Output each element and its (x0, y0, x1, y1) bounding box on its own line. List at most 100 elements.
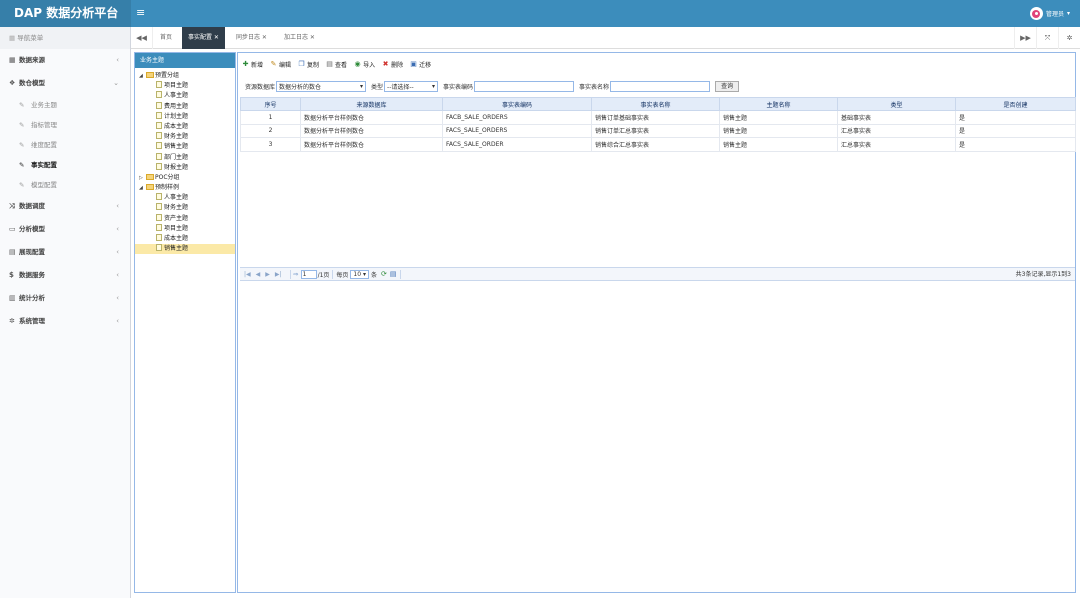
copy-icon: ❐ (298, 60, 305, 68)
tree-leaf[interactable]: 销售主题 (135, 142, 235, 152)
add-button[interactable]: ✚ 新增 (241, 60, 263, 69)
database-icon: ▦ (9, 56, 16, 64)
tab-scroll-left-button[interactable]: ◀◀ (131, 27, 153, 49)
fact-code-input[interactable] (474, 80, 575, 92)
tree-node-label: 销售主题 (164, 245, 189, 253)
tree-leaf[interactable]: 财报主题 (135, 162, 235, 173)
table-row[interactable]: 1 数据分析平台样例数仓 FACB_SALE_ORDERS 销售订单基础事实表 销售主题… (240, 110, 1076, 125)
refresh-icon[interactable]: ⟳ (381, 270, 387, 278)
sidebar-subitem-4[interactable]: ✎ 事实配置 (0, 155, 130, 175)
column-header[interactable]: 主题名称 (719, 97, 838, 111)
column-header[interactable]: 事实表编码 (442, 97, 592, 111)
tab-2[interactable]: 事实配置 ✕ (182, 27, 225, 49)
user-menu[interactable]: 管理员 ▾ (1029, 6, 1070, 21)
sidebar-item-label: 数据调度 (19, 202, 45, 210)
tree-leaf[interactable]: 财务主题 (135, 203, 235, 213)
import-button[interactable]: ◉ 导入 (353, 60, 376, 69)
sidebar-item-2[interactable]: ❖ 数仓模型 ⌄ (0, 72, 130, 95)
tree-folder[interactable]: ◢ 预置分组 (135, 71, 235, 81)
tree-folder[interactable]: ▷ POC分组 (135, 173, 235, 183)
next-page-button[interactable]: ▶ (265, 271, 270, 278)
tree-leaf[interactable]: 财务主题 (135, 132, 235, 142)
query-button[interactable]: 查询 (715, 80, 740, 92)
sidebar-item-7[interactable]: ▥ 统计分析 ‹ (0, 287, 130, 310)
column-header[interactable]: 序号 (240, 97, 301, 111)
fullscreen-icon[interactable]: ⤧ (1036, 27, 1058, 49)
column-header[interactable]: 事实表名称 (591, 97, 720, 111)
fact-code-label: 事实表编码 (443, 83, 474, 91)
tab-4[interactable]: 加工日志 ✕ (278, 27, 321, 49)
sidebar-item-6[interactable]: $ 数据服务 ‹ (0, 264, 130, 287)
last-page-button[interactable]: ▶| (275, 271, 282, 278)
table-cell: 汇总事实表 (837, 137, 956, 152)
sidebar-subitem-2[interactable]: ✎ 指标管理 (0, 115, 130, 135)
table-row[interactable]: 2 数据分析平台样例数仓 FACS_SALE_ORDERS 销售订单汇总事实表 销售主题… (240, 123, 1076, 138)
menu-toggle-button[interactable]: ≡ (136, 0, 145, 27)
tab-scroll-right-button[interactable]: ▶▶ (1014, 27, 1036, 49)
column-header[interactable]: 类型 (837, 97, 956, 111)
migrate-icon: ▣ (410, 60, 417, 68)
sidebar-item-1[interactable]: ▦ 数据来源 ‹ (0, 49, 130, 72)
tree-toggle-icon[interactable]: ▷ (139, 173, 146, 183)
tree-leaf[interactable]: 项目主题 (135, 81, 235, 91)
migrate-button[interactable]: ▣ 迁移 (409, 60, 431, 69)
chevron-left-icon: ‹ (116, 56, 119, 64)
page-number-input[interactable]: 1 (300, 269, 317, 279)
tree-folder[interactable]: ◢ 预制样例 (135, 183, 235, 193)
tree-leaf[interactable]: 成本主题 (135, 121, 235, 132)
tree-leaf[interactable]: 人事主题 (135, 91, 235, 101)
sidebar-item-3[interactable]: ⤨ 数据调度 ‹ (0, 195, 130, 218)
table-cell: 是 (955, 137, 1076, 152)
tree-leaf[interactable]: 销售主题 (135, 244, 235, 255)
table-cell: 销售订单汇总事实表 (591, 123, 720, 138)
settings-icon[interactable]: ✲ (1058, 27, 1080, 49)
sidebar-item-4[interactable]: ▭ 分析模型 ‹ (0, 218, 130, 241)
layout-icon: ▤ (9, 248, 16, 256)
sidebar-item-5[interactable]: ▤ 展现配置 ‹ (0, 241, 130, 264)
source-db-select[interactable]: 数据分析的数仓 ▾ (276, 80, 367, 92)
tab-3[interactable]: 同步日志 ✕ (230, 27, 273, 49)
tree-toggle-icon[interactable]: ◢ (139, 183, 146, 193)
tab-1[interactable]: 首页 (154, 27, 178, 49)
tree-leaf[interactable]: 项目主题 (135, 223, 235, 234)
caret-down-icon[interactable]: ▾ (1067, 10, 1070, 17)
tree-leaf[interactable]: 成本主题 (135, 234, 235, 244)
chevron-down-icon: ⌄ (113, 79, 119, 87)
tree-leaf[interactable]: 计划主题 (135, 111, 235, 122)
avatar[interactable] (1029, 7, 1043, 20)
sidebar-subitem-5[interactable]: ✎ 模型配置 (0, 175, 130, 195)
tree-leaf[interactable]: 费用主题 (135, 101, 235, 112)
copy-button[interactable]: ❐ 复制 (297, 60, 319, 69)
delete-button[interactable]: ✖ 删除 (381, 60, 403, 69)
type-select[interactable]: --请选择-- ▾ (384, 80, 439, 92)
page-size-select[interactable]: 10 ▾ (350, 269, 369, 279)
table-row[interactable]: 3 数据分析平台样例数仓 FACS_SALE_ORDER 销售综合汇总事实表 销售主题汇… (240, 137, 1076, 152)
tree-leaf[interactable]: 资产主题 (135, 213, 235, 224)
edit-button[interactable]: ✎ 编辑 (269, 60, 291, 69)
pager-separator (332, 269, 334, 279)
tag-icon: ✎ (19, 181, 25, 189)
first-page-button[interactable]: |◀ (244, 271, 251, 278)
prev-page-button[interactable]: ◀ (256, 271, 261, 278)
column-header[interactable]: 来源数据库 (300, 97, 443, 111)
sidebar-item-8[interactable]: ✲ 系统管理 ‹ (0, 310, 130, 333)
tree-leaf[interactable]: 人事主题 (135, 193, 235, 203)
tree-node-label: 财务主题 (164, 133, 189, 141)
sidebar-subitem-1[interactable]: ✎ 业务主题 (0, 95, 130, 115)
tree-leaf[interactable]: 部门主题 (135, 152, 235, 163)
toolbar-button-label: 迁移 (419, 61, 432, 69)
file-icon (156, 223, 162, 231)
export-icon[interactable]: ▤ (390, 270, 397, 278)
fact-name-input[interactable] (610, 80, 711, 92)
user-name[interactable]: 管理员 (1046, 9, 1064, 18)
column-header[interactable]: 是否创建 (955, 97, 1076, 111)
sidebar-subitem-3[interactable]: ✎ 维度配置 (0, 135, 130, 155)
toolbar-button-label: 查看 (335, 61, 348, 69)
tree-panel: 业务主题 ◢ 预置分组 项目主题 人事主题 费用主题 计划主题 成本主题 财务主题 销售主题 部门… (134, 52, 236, 593)
tree-node-label: 财报主题 (164, 163, 189, 171)
file-icon (156, 193, 162, 201)
view-button[interactable]: ▤ 查看 (325, 60, 347, 69)
tree-toggle-icon[interactable]: ◢ (139, 71, 146, 81)
go-page-icon[interactable]: ⇨ (294, 271, 299, 278)
chevron-down-icon: ▾ (362, 270, 366, 278)
